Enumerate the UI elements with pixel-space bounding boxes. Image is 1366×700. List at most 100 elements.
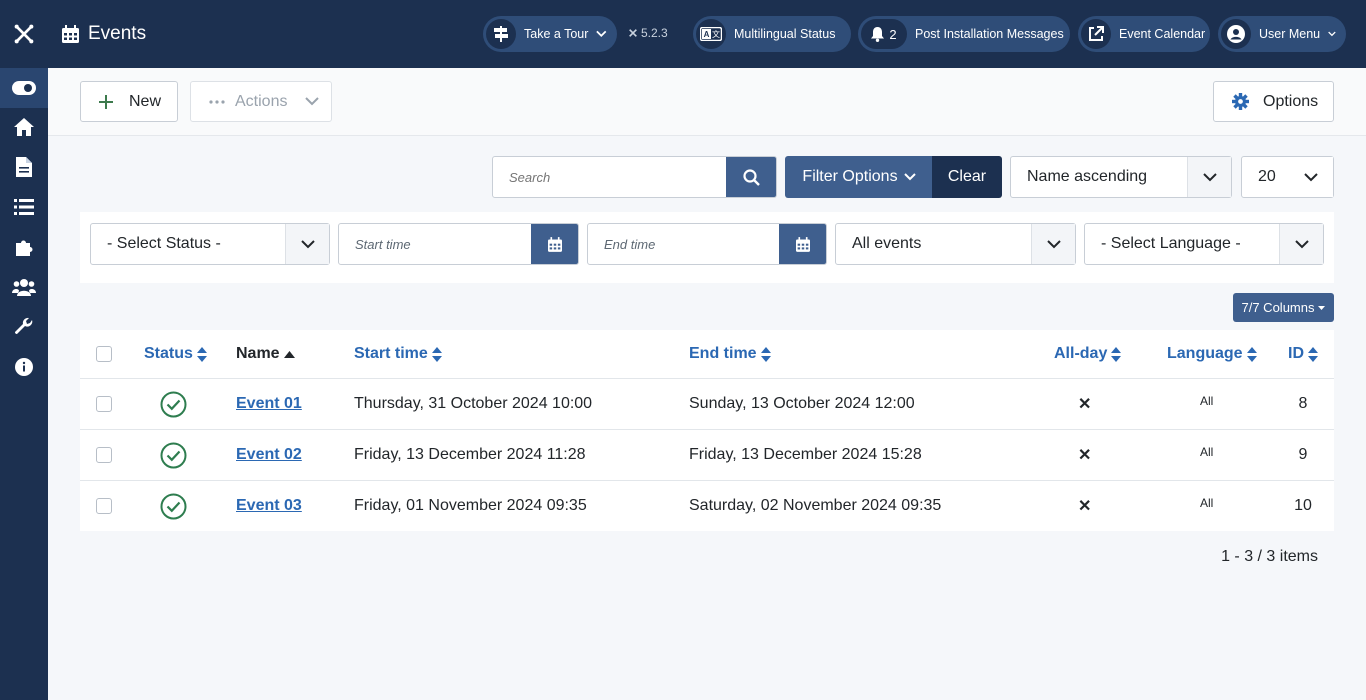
row-checkbox[interactable] [96,430,112,480]
sort-by-end-time[interactable]: End time [689,330,771,378]
select-all-checkbox[interactable] [96,330,112,378]
limit-value: 20 [1258,168,1276,185]
calendar-picker-icon[interactable] [531,224,578,264]
chevron-down-icon [1279,224,1323,264]
published-check-icon[interactable] [160,430,187,480]
page-title-text: Events [88,23,147,44]
allday-no-icon: ✕ [1078,498,1092,515]
events-filter-value: All events [852,235,922,252]
chevron-down-icon [1328,31,1336,37]
sort-icon [196,346,207,362]
components-puzzle-icon[interactable] [0,227,48,267]
row-checkbox[interactable] [96,481,112,531]
multilingual-status-button[interactable]: A文 Multilingual Status [693,16,851,52]
columns-toggle-button[interactable]: 7/7 Columns [1233,293,1334,322]
search-button[interactable] [726,157,776,197]
sort-select[interactable]: Name ascending [1010,156,1232,198]
sort-value: Name ascending [1027,168,1148,185]
sort-by-status[interactable]: Status [144,330,207,378]
event-calendar-button[interactable]: Event Calendar [1078,16,1210,52]
joomla-logo-icon[interactable] [0,0,48,68]
svg-text:文: 文 [712,29,720,39]
calendar-icon [62,25,79,43]
end-header-label: End time [689,345,757,362]
chevron-down-icon [1031,224,1075,264]
post-install-count: 2 [889,26,897,42]
end-time-placeholder: End time [604,236,656,252]
sort-icon [760,346,771,362]
start-time-field[interactable]: Start time [338,223,579,265]
user-menu-label: User Menu [1259,27,1321,41]
end-time-cell: Sunday, 13 October 2024 12:00 [689,395,915,412]
filters-panel: - Select Status - Start time End time Al… [80,212,1334,283]
actions-dropdown[interactable]: Actions [190,81,332,122]
search-box [492,156,777,198]
language-cell: All [1200,394,1214,408]
event-calendar-label: Event Calendar [1119,27,1206,41]
sidebar-toggle-icon[interactable] [0,68,48,108]
id-cell: 8 [1298,395,1308,412]
filter-options-button[interactable]: Filter Options [785,156,933,198]
post-installation-messages-button[interactable]: 2 Post Installation Messages [858,16,1070,52]
sort-by-id[interactable]: ID [1288,330,1318,378]
ellipsis-icon [209,99,225,104]
start-time-cell: Thursday, 31 October 2024 10:00 [354,395,593,412]
new-button[interactable]: New [80,81,178,122]
sort-ascending-icon [283,350,295,358]
language-cell: All [1200,496,1214,510]
end-time-field[interactable]: End time [587,223,827,265]
event-name-link[interactable]: Event 03 [236,497,302,515]
start-time-placeholder: Start time [355,236,411,252]
search-input[interactable] [493,157,726,197]
allday-no-icon: ✕ [1078,447,1092,464]
events-table: Status Name Start time End time All-day … [80,330,1334,531]
sort-by-name[interactable]: Name [236,330,295,378]
system-wrench-icon[interactable] [0,307,48,347]
page-title: Events [62,0,146,68]
take-a-tour-button[interactable]: Take a Tour [483,16,617,52]
joomla-version: 5.2.3 [628,26,668,40]
search-icon [742,168,760,186]
pagination-info: 1 - 3 / 3 items [1221,548,1318,565]
help-info-icon[interactable] [0,347,48,387]
published-check-icon[interactable] [160,379,187,429]
events-filter-select[interactable]: All events [835,223,1076,265]
user-menu-button[interactable]: User Menu [1218,16,1346,52]
signpost-icon [486,19,516,49]
language-filter-value: - Select Language - [1101,235,1241,252]
allday-header-label: All-day [1054,345,1108,362]
toolbar: New Actions Options [48,68,1366,136]
row-checkbox[interactable] [96,379,112,429]
sort-by-language[interactable]: Language [1167,330,1257,378]
sort-by-all-day[interactable]: All-day [1054,330,1122,378]
content-icon[interactable] [0,147,48,187]
svg-text:A: A [704,30,710,39]
options-button[interactable]: Options [1213,81,1334,122]
clear-button[interactable]: Clear [932,156,1002,198]
users-icon[interactable] [0,267,48,307]
language-filter-select[interactable]: - Select Language - [1084,223,1324,265]
limit-select[interactable]: 20 [1241,156,1334,198]
caret-down-icon [1318,305,1326,310]
status-filter-select[interactable]: - Select Status - [90,223,330,265]
end-time-cell: Friday, 13 December 2024 15:28 [689,446,922,463]
published-check-icon[interactable] [160,481,187,531]
sort-icon [431,346,442,362]
sort-icon [1246,346,1257,362]
chevron-down-icon [1187,157,1231,197]
start-time-cell: Friday, 01 November 2024 09:35 [354,497,587,514]
id-cell: 9 [1298,446,1308,463]
allday-no-icon: ✕ [1078,396,1092,413]
chevron-down-icon [596,30,607,38]
user-icon [1221,19,1251,49]
home-icon[interactable] [0,107,48,147]
chevron-down-icon [903,173,916,181]
event-name-link[interactable]: Event 02 [236,446,302,464]
calendar-picker-icon[interactable] [779,224,826,264]
filter-options-label: Filter Options [802,168,898,185]
sort-by-start-time[interactable]: Start time [354,330,442,378]
menus-list-icon[interactable] [0,187,48,227]
event-name-link[interactable]: Event 01 [236,395,302,413]
status-header-label: Status [144,345,193,362]
chevron-down-icon [285,224,329,264]
